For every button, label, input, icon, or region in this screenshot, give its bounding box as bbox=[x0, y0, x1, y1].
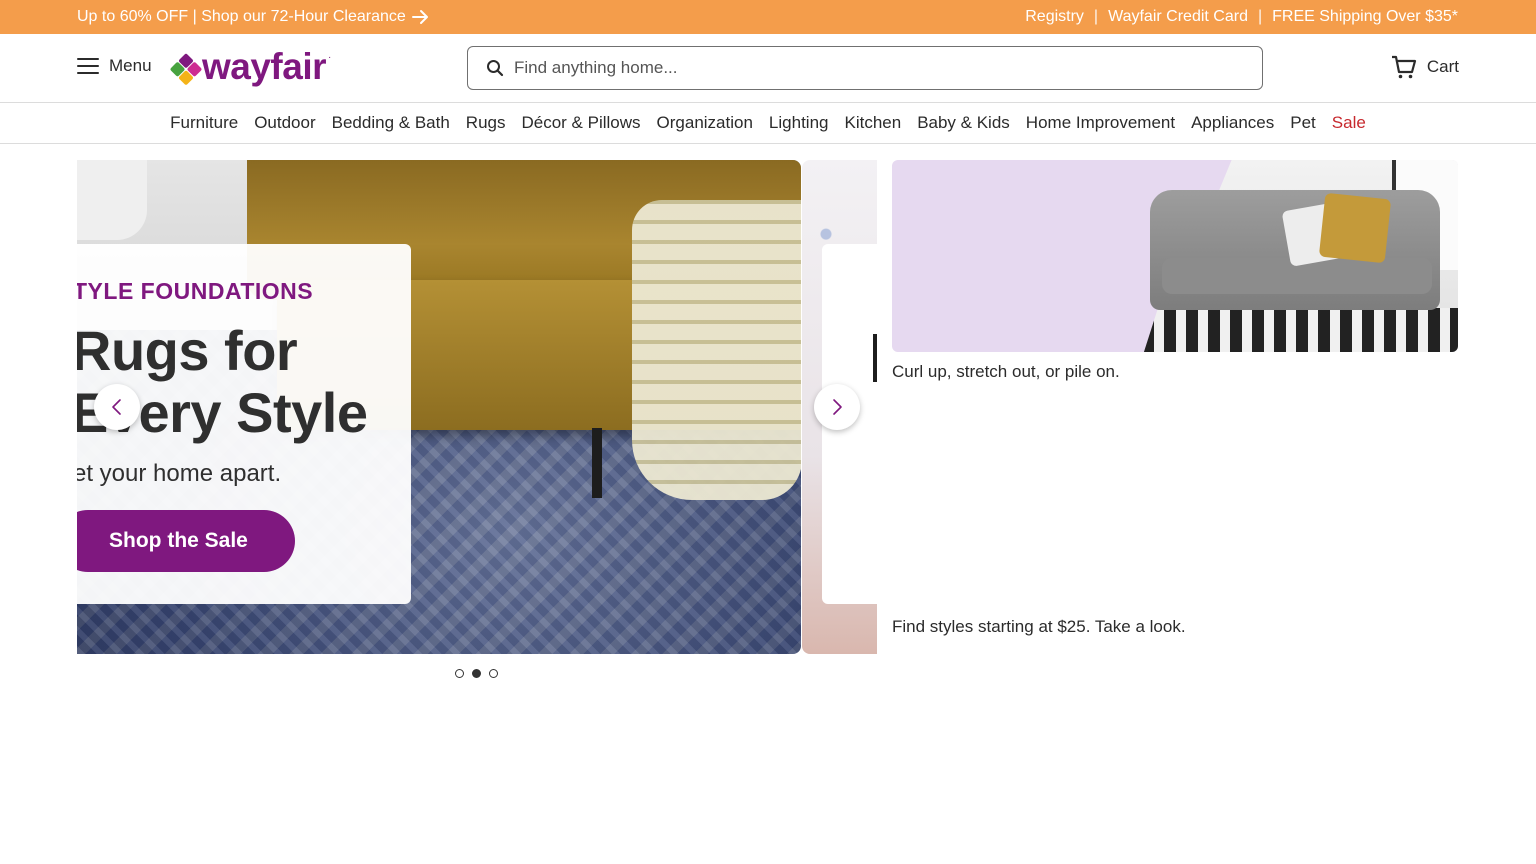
search-bar[interactable] bbox=[467, 46, 1263, 90]
hero-image-side-table bbox=[77, 160, 147, 240]
sofa-promo-tile[interactable] bbox=[892, 160, 1458, 352]
sofa-photo-rug bbox=[1142, 308, 1458, 352]
cart-label: Cart bbox=[1426, 57, 1459, 76]
category-nav: Furniture Outdoor Bedding & Bath Rugs Dé… bbox=[0, 103, 1536, 144]
nav-rugs[interactable]: Rugs bbox=[466, 113, 506, 133]
separator: | bbox=[1093, 8, 1099, 25]
clearance-text: Up to 60% OFF | Shop our 72-Hour Clearan… bbox=[77, 8, 406, 25]
hero-slide[interactable]: TYLE FOUNDATIONS Rugs for Every Style et… bbox=[77, 160, 801, 654]
nav-pet[interactable]: Pet bbox=[1290, 113, 1316, 133]
cart-icon bbox=[1391, 55, 1416, 79]
separator: | bbox=[1257, 8, 1263, 25]
hero-subtitle: et your home apart. bbox=[77, 460, 282, 487]
promo-links: Registry | Wayfair Credit Card | FREE Sh… bbox=[1025, 8, 1458, 26]
menu-label: Menu bbox=[109, 56, 152, 75]
carousel-prev-button[interactable] bbox=[94, 384, 140, 430]
hero-title-line1: Rugs for bbox=[77, 319, 298, 382]
arrow-right-icon bbox=[411, 10, 428, 24]
logo-trademark: · bbox=[328, 52, 332, 63]
menu-button[interactable]: Menu bbox=[77, 56, 152, 76]
credit-card-link[interactable]: Wayfair Credit Card bbox=[1108, 8, 1248, 26]
search-input[interactable] bbox=[514, 58, 1214, 78]
nav-baby-kids[interactable]: Baby & Kids bbox=[917, 113, 1010, 133]
promo-banner: Up to 60% OFF | Shop our 72-Hour Clearan… bbox=[0, 0, 1536, 34]
nav-lighting[interactable]: Lighting bbox=[769, 113, 829, 133]
logo-text: wayfair bbox=[202, 46, 327, 87]
hero-carousel: TYLE FOUNDATIONS Rugs for Every Style et… bbox=[77, 160, 877, 654]
styles-promo-caption[interactable]: Find styles starting at $25. Take a look… bbox=[892, 617, 1186, 637]
hero-image-sofa-leg bbox=[592, 428, 602, 498]
search-icon bbox=[487, 60, 504, 77]
logo-mark-icon bbox=[169, 53, 203, 87]
nav-decor-pillows[interactable]: Décor & Pillows bbox=[521, 113, 640, 133]
nav-home-improvement[interactable]: Home Improvement bbox=[1026, 113, 1175, 133]
carousel-next-button[interactable] bbox=[814, 384, 860, 430]
site-header: Menu wayfair · Cart bbox=[0, 34, 1536, 103]
nav-organization[interactable]: Organization bbox=[657, 113, 753, 133]
nav-furniture[interactable]: Furniture bbox=[170, 113, 238, 133]
wayfair-logo[interactable]: wayfair · bbox=[169, 46, 332, 88]
carousel-dots bbox=[455, 669, 498, 678]
nav-appliances[interactable]: Appliances bbox=[1191, 113, 1274, 133]
chevron-left-icon bbox=[112, 399, 121, 415]
hero-image-throw-blanket bbox=[632, 200, 801, 500]
clearance-link[interactable]: Up to 60% OFF | Shop our 72-Hour Clearan… bbox=[77, 8, 430, 26]
shop-the-sale-button[interactable]: Shop the Sale bbox=[77, 510, 295, 572]
chevron-right-icon bbox=[833, 399, 842, 415]
sofa-promo-caption[interactable]: Curl up, stretch out, or pile on. bbox=[892, 362, 1120, 382]
nav-bedding-bath[interactable]: Bedding & Bath bbox=[332, 113, 450, 133]
carousel-dot-active[interactable] bbox=[472, 669, 481, 678]
next-slide-accent bbox=[873, 334, 877, 382]
registry-link[interactable]: Registry bbox=[1025, 8, 1084, 26]
cart-button[interactable]: Cart bbox=[1391, 54, 1459, 80]
carousel-dot[interactable] bbox=[489, 669, 498, 678]
carousel-dot[interactable] bbox=[455, 669, 464, 678]
nav-outdoor[interactable]: Outdoor bbox=[254, 113, 315, 133]
hamburger-icon bbox=[77, 58, 99, 74]
free-shipping-link[interactable]: FREE Shipping Over $35* bbox=[1272, 8, 1458, 26]
nav-sale[interactable]: Sale bbox=[1332, 113, 1366, 133]
sofa-photo-pillow-gold bbox=[1318, 192, 1392, 264]
nav-kitchen[interactable]: Kitchen bbox=[844, 113, 901, 133]
hero-eyebrow: TYLE FOUNDATIONS bbox=[77, 278, 314, 304]
